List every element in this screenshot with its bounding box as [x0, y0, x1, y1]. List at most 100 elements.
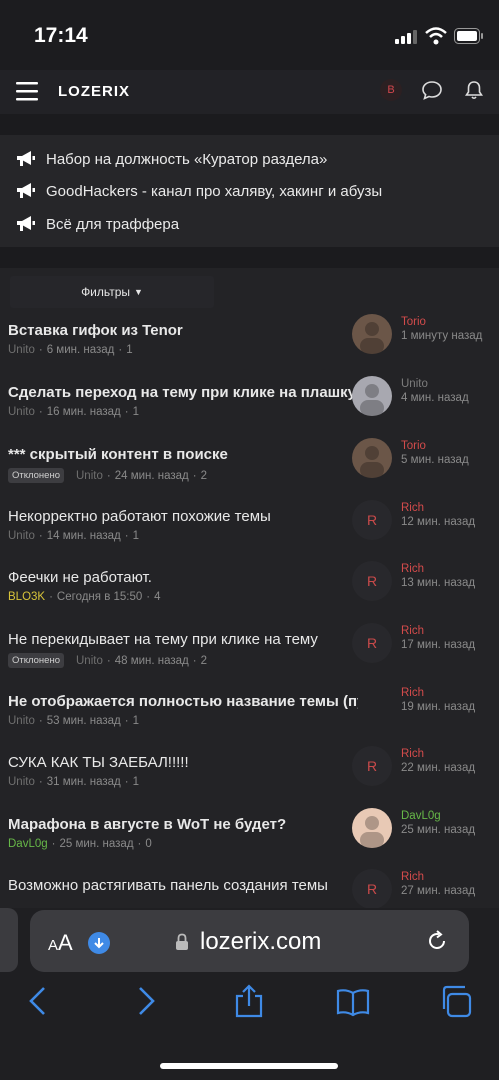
meta-separator: ·	[124, 715, 129, 727]
notice-item[interactable]: GoodHackers - канал про халяву, хакинг и…	[16, 179, 382, 203]
notice-item[interactable]: Всё для траффера	[16, 212, 179, 236]
meta-separator: ·	[38, 776, 43, 788]
last-poster-avatar[interactable]	[352, 808, 392, 848]
previous-tab[interactable]	[0, 908, 18, 972]
last-poster-name[interactable]: Rich	[401, 625, 424, 637]
reply-count: 1	[132, 776, 140, 788]
last-poster-name[interactable]: Unito	[401, 378, 428, 390]
last-poster-avatar[interactable]: R	[352, 746, 392, 786]
thread-list: Фильтры ▼ Вставка гифок из Tenor Unito · 6…	[0, 268, 499, 909]
thread-row[interactable]: Сделать переход на тему при клике на пла…	[0, 376, 499, 445]
last-poster-avatar[interactable]	[352, 376, 392, 416]
last-poster-name[interactable]: Rich	[401, 563, 424, 575]
last-poster-avatar[interactable]	[352, 438, 392, 478]
reload-icon[interactable]	[425, 929, 449, 953]
home-indicator	[160, 1063, 338, 1069]
photo-icon	[352, 376, 392, 416]
address-bar[interactable]: AA lozerix.com	[30, 910, 469, 972]
thread-author[interactable]: Unito	[76, 655, 103, 667]
text-size-button[interactable]: AA	[48, 930, 73, 956]
last-poster-name[interactable]: Rich	[401, 748, 424, 760]
last-poster-avatar[interactable]: R	[352, 869, 392, 909]
thread-author[interactable]: Unito	[8, 344, 35, 356]
thread-title[interactable]: Не отображается полностью название темы …	[8, 693, 358, 710]
thread-meta: Отклонено Unito · 24 мин. назад · 2	[8, 468, 207, 483]
photo-icon	[352, 314, 392, 354]
signal-icon	[395, 30, 417, 44]
thread-time: 24 мин. назад	[114, 469, 189, 482]
reply-count: 1	[132, 530, 140, 542]
tabs-icon[interactable]	[440, 984, 474, 1018]
bell-icon[interactable]	[463, 79, 485, 101]
forward-icon[interactable]	[128, 984, 162, 1018]
photo-icon	[352, 438, 392, 478]
share-icon[interactable]	[232, 984, 266, 1018]
download-icon[interactable]	[88, 932, 110, 954]
status-badge: Отклонено	[8, 468, 64, 483]
caret-down-icon: ▼	[134, 287, 143, 297]
meta-separator: ·	[192, 469, 197, 482]
meta-separator: ·	[124, 776, 129, 788]
thread-meta: Unito · 53 мин. назад · 1	[8, 715, 139, 727]
thread-time: 14 мин. назад	[46, 530, 121, 542]
bookmarks-icon[interactable]	[336, 984, 370, 1018]
reply-count: 1	[132, 406, 140, 418]
thread-meta: Unito · 14 мин. назад · 1	[8, 530, 139, 542]
thread-time: 53 мин. назад	[46, 715, 121, 727]
thread-row[interactable]: Вставка гифок из Tenor Unito · 6 мин. наза…	[0, 314, 499, 383]
last-poster-name[interactable]: Torio	[401, 316, 426, 328]
last-poster-name[interactable]: DavL0g	[401, 810, 441, 822]
thread-title[interactable]: *** скрытый контент в поиске	[8, 446, 358, 463]
notice-item[interactable]: Набор на должность «Куратор раздела»	[16, 147, 327, 171]
thread-row[interactable]: Не перекидывает на тему при клике на тем…	[0, 623, 499, 692]
last-poster-name[interactable]: Rich	[401, 871, 424, 883]
notice-text: Всё для траффера	[46, 215, 180, 233]
back-icon[interactable]	[22, 984, 56, 1018]
thread-author[interactable]: Unito	[8, 406, 35, 418]
thread-row[interactable]: Феечки не работают. BLO3K · Сегодня в 15:5…	[0, 561, 499, 630]
thread-title[interactable]: Возможно растягивать панель создания тем…	[8, 877, 358, 894]
thread-author[interactable]: Unito	[8, 530, 35, 542]
last-post-time: 22 мин. назад	[401, 762, 476, 774]
thread-author[interactable]: Unito	[8, 715, 35, 727]
thread-time: 48 мин. назад	[114, 654, 189, 667]
meta-separator: ·	[137, 838, 142, 850]
last-poster-avatar[interactable]: R	[352, 500, 392, 540]
chat-icon[interactable]	[421, 79, 443, 101]
meta-separator: ·	[124, 530, 129, 542]
thread-time: 25 мин. назад	[59, 838, 134, 850]
last-poster-avatar[interactable]: R	[352, 623, 392, 663]
reply-count: 0	[145, 838, 152, 850]
thread-title[interactable]: Феечки не работают.	[8, 569, 358, 586]
menu-icon[interactable]	[16, 81, 38, 101]
reply-count: 2	[200, 469, 208, 482]
thread-row[interactable]: Не отображается полностью название темы …	[0, 687, 499, 754]
thread-title[interactable]: Марафона в августе в WoT не будет?	[8, 816, 358, 833]
thread-title[interactable]: СУКА КАК ТЫ ЗАЕБАЛ!!!!!	[8, 754, 358, 771]
status-bar: 17:14	[0, 0, 499, 70]
last-poster-avatar[interactable]: R	[352, 561, 392, 601]
thread-author[interactable]: DavL0g	[8, 838, 48, 850]
browser-toolbar: AA lozerix.com	[0, 908, 499, 1080]
thread-title[interactable]: Не перекидывает на тему при клике на тем…	[8, 631, 358, 648]
thread-row[interactable]: *** скрытый контент в поиске Отклонено Un…	[0, 438, 499, 507]
thread-author[interactable]: BLO3K	[8, 591, 45, 603]
meta-separator: ·	[124, 406, 129, 418]
last-poster-name[interactable]: Rich	[401, 687, 424, 699]
last-poster-name[interactable]: Torio	[401, 440, 426, 452]
filters-button[interactable]: Фильтры ▼	[10, 276, 214, 308]
last-poster-avatar[interactable]	[352, 314, 392, 354]
meta-separator: ·	[49, 591, 53, 603]
last-poster-name[interactable]: Rich	[401, 502, 424, 514]
thread-author[interactable]: Unito	[8, 776, 35, 788]
thread-title[interactable]: Вставка гифок из Tenor	[8, 322, 358, 339]
thread-title[interactable]: Некорректно работают похожие темы	[8, 508, 358, 525]
thread-row[interactable]: СУКА КАК ТЫ ЗАЕБАЛ!!!!! Unito · 31 мин. на…	[0, 746, 499, 815]
site-logo[interactable]: LOZERIX	[58, 83, 130, 100]
user-avatar[interactable]: B	[380, 79, 402, 101]
url-text[interactable]: lozerix.com	[200, 928, 321, 956]
thread-row[interactable]: Некорректно работают похожие темы Unito ·…	[0, 500, 499, 569]
thread-title[interactable]: Сделать переход на тему при клике на пла…	[8, 384, 358, 401]
thread-author[interactable]: Unito	[76, 470, 103, 482]
thread-row[interactable]: Марафона в августе в WoT не будет? DavL0…	[0, 808, 499, 877]
